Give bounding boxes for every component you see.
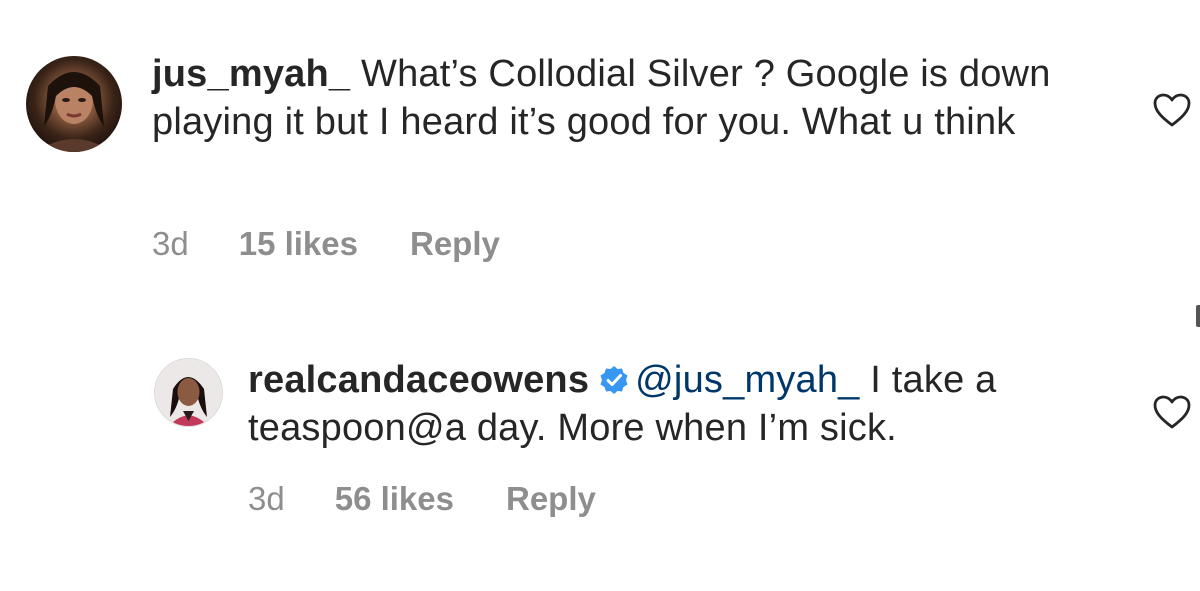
comment-timestamp[interactable]: 3d — [152, 225, 189, 263]
comment-text: jus_myah_ What’s Collodial Silver ? Goog… — [152, 50, 1092, 146]
comment-item: jus_myah_ What’s Collodial Silver ? Goog… — [0, 0, 1200, 300]
avatar-photo-icon — [155, 359, 222, 426]
comment-username[interactable]: jus_myah_ — [152, 53, 350, 95]
like-button[interactable] — [1152, 394, 1192, 430]
comment-username[interactable]: realcandaceowens — [248, 359, 589, 401]
avatar[interactable] — [26, 56, 122, 152]
like-button[interactable] — [1152, 92, 1192, 128]
avatar-photo-icon — [36, 72, 112, 152]
reply-button[interactable]: Reply — [410, 225, 500, 263]
comment-like-count[interactable]: 15 likes — [239, 225, 358, 263]
heart-outline-icon — [1153, 93, 1191, 127]
comment-like-count[interactable]: 56 likes — [335, 480, 454, 518]
verified-badge-icon — [599, 365, 629, 395]
comment-mention-link[interactable]: @jus_myah_ — [635, 359, 859, 401]
comment-timestamp[interactable]: 3d — [248, 480, 285, 518]
reply-comment-item: realcandaceowens @jus_myah_ I take a tea… — [0, 300, 1200, 591]
heart-outline-icon — [1153, 395, 1191, 429]
comment-meta: 3d 15 likes Reply — [152, 225, 500, 263]
reply-button[interactable]: Reply — [506, 480, 596, 518]
avatar[interactable] — [154, 358, 223, 427]
scrollbar-edge[interactable] — [1196, 305, 1200, 327]
comment-meta: 3d 56 likes Reply — [248, 480, 596, 518]
comment-text: realcandaceowens @jus_myah_ I take a tea… — [248, 356, 1128, 452]
